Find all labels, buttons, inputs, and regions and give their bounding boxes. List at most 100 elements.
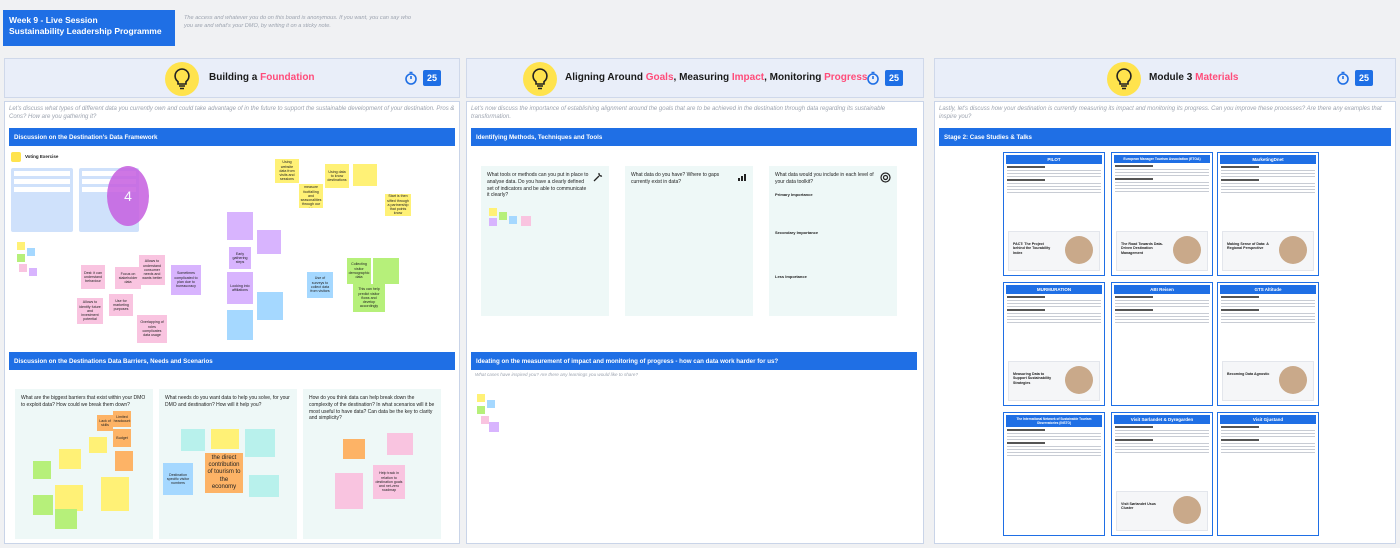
sticky-note[interactable]: Start is then sifted through a partnersh… xyxy=(385,194,411,216)
sticky-note[interactable] xyxy=(115,451,133,471)
frame2-header: Aligning Around Goals, Measuring Impact,… xyxy=(466,58,924,98)
color-swatch[interactable] xyxy=(17,254,25,262)
sticky-note[interactable] xyxy=(101,477,129,511)
talk-title: Becoming Data Agnostic xyxy=(1227,372,1270,376)
frame1-col3-question: How do you think data can help break dow… xyxy=(309,395,435,422)
case-card-murmuration[interactable]: MURMURATION Measuring Data to Support Su… xyxy=(1003,282,1105,406)
sticky-note[interactable]: Dest: it can understand behaviour xyxy=(81,265,105,289)
color-swatch[interactable] xyxy=(27,248,35,256)
case-card-abi-reisen[interactable]: ABI Reisen xyxy=(1111,282,1213,406)
frame1-col1[interactable]: What are the biggest barriers that exist… xyxy=(15,389,153,539)
sticky-note[interactable]: Limited headcount xyxy=(113,411,131,427)
target-icon xyxy=(880,172,891,183)
sticky-note[interactable] xyxy=(353,164,377,186)
sticky-note[interactable]: Budget xyxy=(113,429,131,447)
sticky-note[interactable] xyxy=(227,212,253,240)
sticky-note[interactable]: Using website data from visits and sessi… xyxy=(275,159,299,183)
frame2-timer[interactable]: 25 xyxy=(867,70,903,86)
frame2-col3[interactable]: What data would you include in each leve… xyxy=(769,166,897,316)
case-card-gts-altitude[interactable]: GTS Altitude Becoming Data Agnostic xyxy=(1217,282,1319,406)
case-card-title: ABI Reisen xyxy=(1114,285,1210,294)
frame1-col3[interactable]: How do you think data can help break dow… xyxy=(303,389,441,539)
sticky-note[interactable]: Use for marketing purposes xyxy=(109,294,133,316)
color-swatch[interactable] xyxy=(487,400,495,408)
sticky-note[interactable] xyxy=(343,439,365,459)
case-card-pilot[interactable]: PILOT PACT: The Project behind the Toura… xyxy=(1003,152,1105,276)
color-swatch[interactable] xyxy=(17,242,25,250)
sticky-note[interactable] xyxy=(181,429,205,451)
sticky-note[interactable] xyxy=(257,292,283,320)
frame1-section1-bar: Discussion on the Destination's Data Fra… xyxy=(9,128,455,146)
frame1-col2[interactable]: What needs do you want data to help you … xyxy=(159,389,297,539)
color-swatch[interactable] xyxy=(19,264,27,272)
color-swatch[interactable] xyxy=(477,406,485,414)
sticky-note[interactable]: Lack of skills xyxy=(97,415,113,431)
voting-card-1[interactable] xyxy=(11,168,73,232)
color-swatch[interactable] xyxy=(29,268,37,276)
frame2-col2[interactable]: What data do you have? Where to gaps cur… xyxy=(625,166,753,316)
sticky-note[interactable] xyxy=(33,495,53,515)
frame2-title-impact: Impact xyxy=(731,72,765,83)
speaker-photo xyxy=(1065,236,1093,264)
sticky-note[interactable]: Looking into affiliations xyxy=(227,272,253,304)
speaker-photo xyxy=(1173,496,1201,524)
color-swatch[interactable] xyxy=(521,216,531,226)
sticky-note[interactable] xyxy=(387,433,413,455)
sticky-note[interactable]: Collecting visitor demographic data xyxy=(347,258,371,284)
sticky-note[interactable] xyxy=(249,475,279,497)
case-card-etoa[interactable]: European Manager Tourism Association (ET… xyxy=(1111,152,1213,276)
color-swatch[interactable] xyxy=(489,208,497,216)
vote-count-circle[interactable]: 4 xyxy=(107,166,149,226)
sticky-note[interactable]: Help track in relation to destination go… xyxy=(373,465,405,499)
frame1-timer[interactable]: 25 xyxy=(405,70,441,86)
frame3-timer[interactable]: 25 xyxy=(1337,70,1373,86)
sticky-note[interactable]: This can help predict visitor flows and … xyxy=(353,284,385,312)
sticky-note[interactable] xyxy=(55,485,83,511)
frame2-col1[interactable]: What tools or methods can you put in pla… xyxy=(481,166,609,316)
sticky-note[interactable] xyxy=(335,473,363,509)
frame2-title-mid2: , Monitoring xyxy=(764,72,825,83)
sticky-note[interactable] xyxy=(59,449,81,469)
sticky-note[interactable] xyxy=(373,258,399,284)
sticky-note[interactable] xyxy=(211,429,239,449)
sticky-note[interactable]: the direct contribution of tourism to th… xyxy=(205,453,243,493)
sticky-note[interactable]: Destination specific visitor numbers xyxy=(163,463,193,495)
sticky-note[interactable]: Allows to understand consumer needs and … xyxy=(139,255,165,285)
sticky-note[interactable] xyxy=(245,429,275,457)
timer-minutes: 25 xyxy=(1355,70,1373,86)
sticky-note[interactable] xyxy=(257,230,281,254)
frame2-title-pre: Aligning Around xyxy=(565,72,646,83)
frame2-col3-question: What data would you include in each leve… xyxy=(775,172,874,185)
color-swatch[interactable] xyxy=(481,416,489,424)
color-swatch[interactable] xyxy=(477,394,485,402)
case-card-marketingdnet[interactable]: MarketingDnet Making Sense of Data: A Re… xyxy=(1217,152,1319,276)
sticky-note[interactable]: Sometimes complicated to plan due to bur… xyxy=(171,265,201,295)
case-card-visit-sorlandet[interactable]: Visit Sørlandet & Dyrøgarden Visit Sørla… xyxy=(1111,412,1213,536)
sticky-note[interactable]: Early gathering steps xyxy=(229,247,251,269)
secondary-importance-label: Secondary Importance xyxy=(775,230,819,235)
color-swatch[interactable] xyxy=(489,218,497,226)
talk-thumbnail: PACT: The Project behind the Tourability… xyxy=(1008,231,1100,271)
case-card-insto[interactable]: The International Network of Sustainable… xyxy=(1003,412,1105,536)
sticky-note[interactable]: Overlapping of roles complicates data us… xyxy=(137,315,167,343)
speaker-photo xyxy=(1279,236,1307,264)
case-card-visit-gjustand[interactable]: Visit Gjustand xyxy=(1217,412,1319,536)
color-swatch[interactable] xyxy=(509,216,517,224)
sticky-note[interactable]: Using data to know destinations xyxy=(325,164,349,188)
sticky-note[interactable]: Focus on stakeholder data xyxy=(115,267,141,289)
case-card-title: MarketingDnet xyxy=(1220,155,1316,164)
sticky-note[interactable]: Use of surveys to collect data from visi… xyxy=(307,272,333,298)
sticky-note[interactable] xyxy=(89,437,107,453)
talk-thumbnail: Visit Sørlandet Usus Cluster xyxy=(1116,491,1208,531)
sticky-note[interactable] xyxy=(33,461,51,479)
frame1-header: Building a Foundation 25 xyxy=(4,58,460,98)
frame1-col1-question: What are the biggest barriers that exist… xyxy=(21,395,146,408)
color-swatch[interactable] xyxy=(489,422,499,432)
sticky-note[interactable]: Allows to identify future and investment… xyxy=(77,298,103,324)
color-swatch[interactable] xyxy=(499,212,507,220)
sticky-note[interactable]: Allows to measure footfalling and season… xyxy=(299,184,323,208)
sticky-note[interactable] xyxy=(55,509,77,529)
vote-count: 4 xyxy=(124,188,132,204)
sticky-note[interactable] xyxy=(227,310,253,340)
talk-title: Visit Sørlandet Usus Cluster xyxy=(1121,502,1156,511)
